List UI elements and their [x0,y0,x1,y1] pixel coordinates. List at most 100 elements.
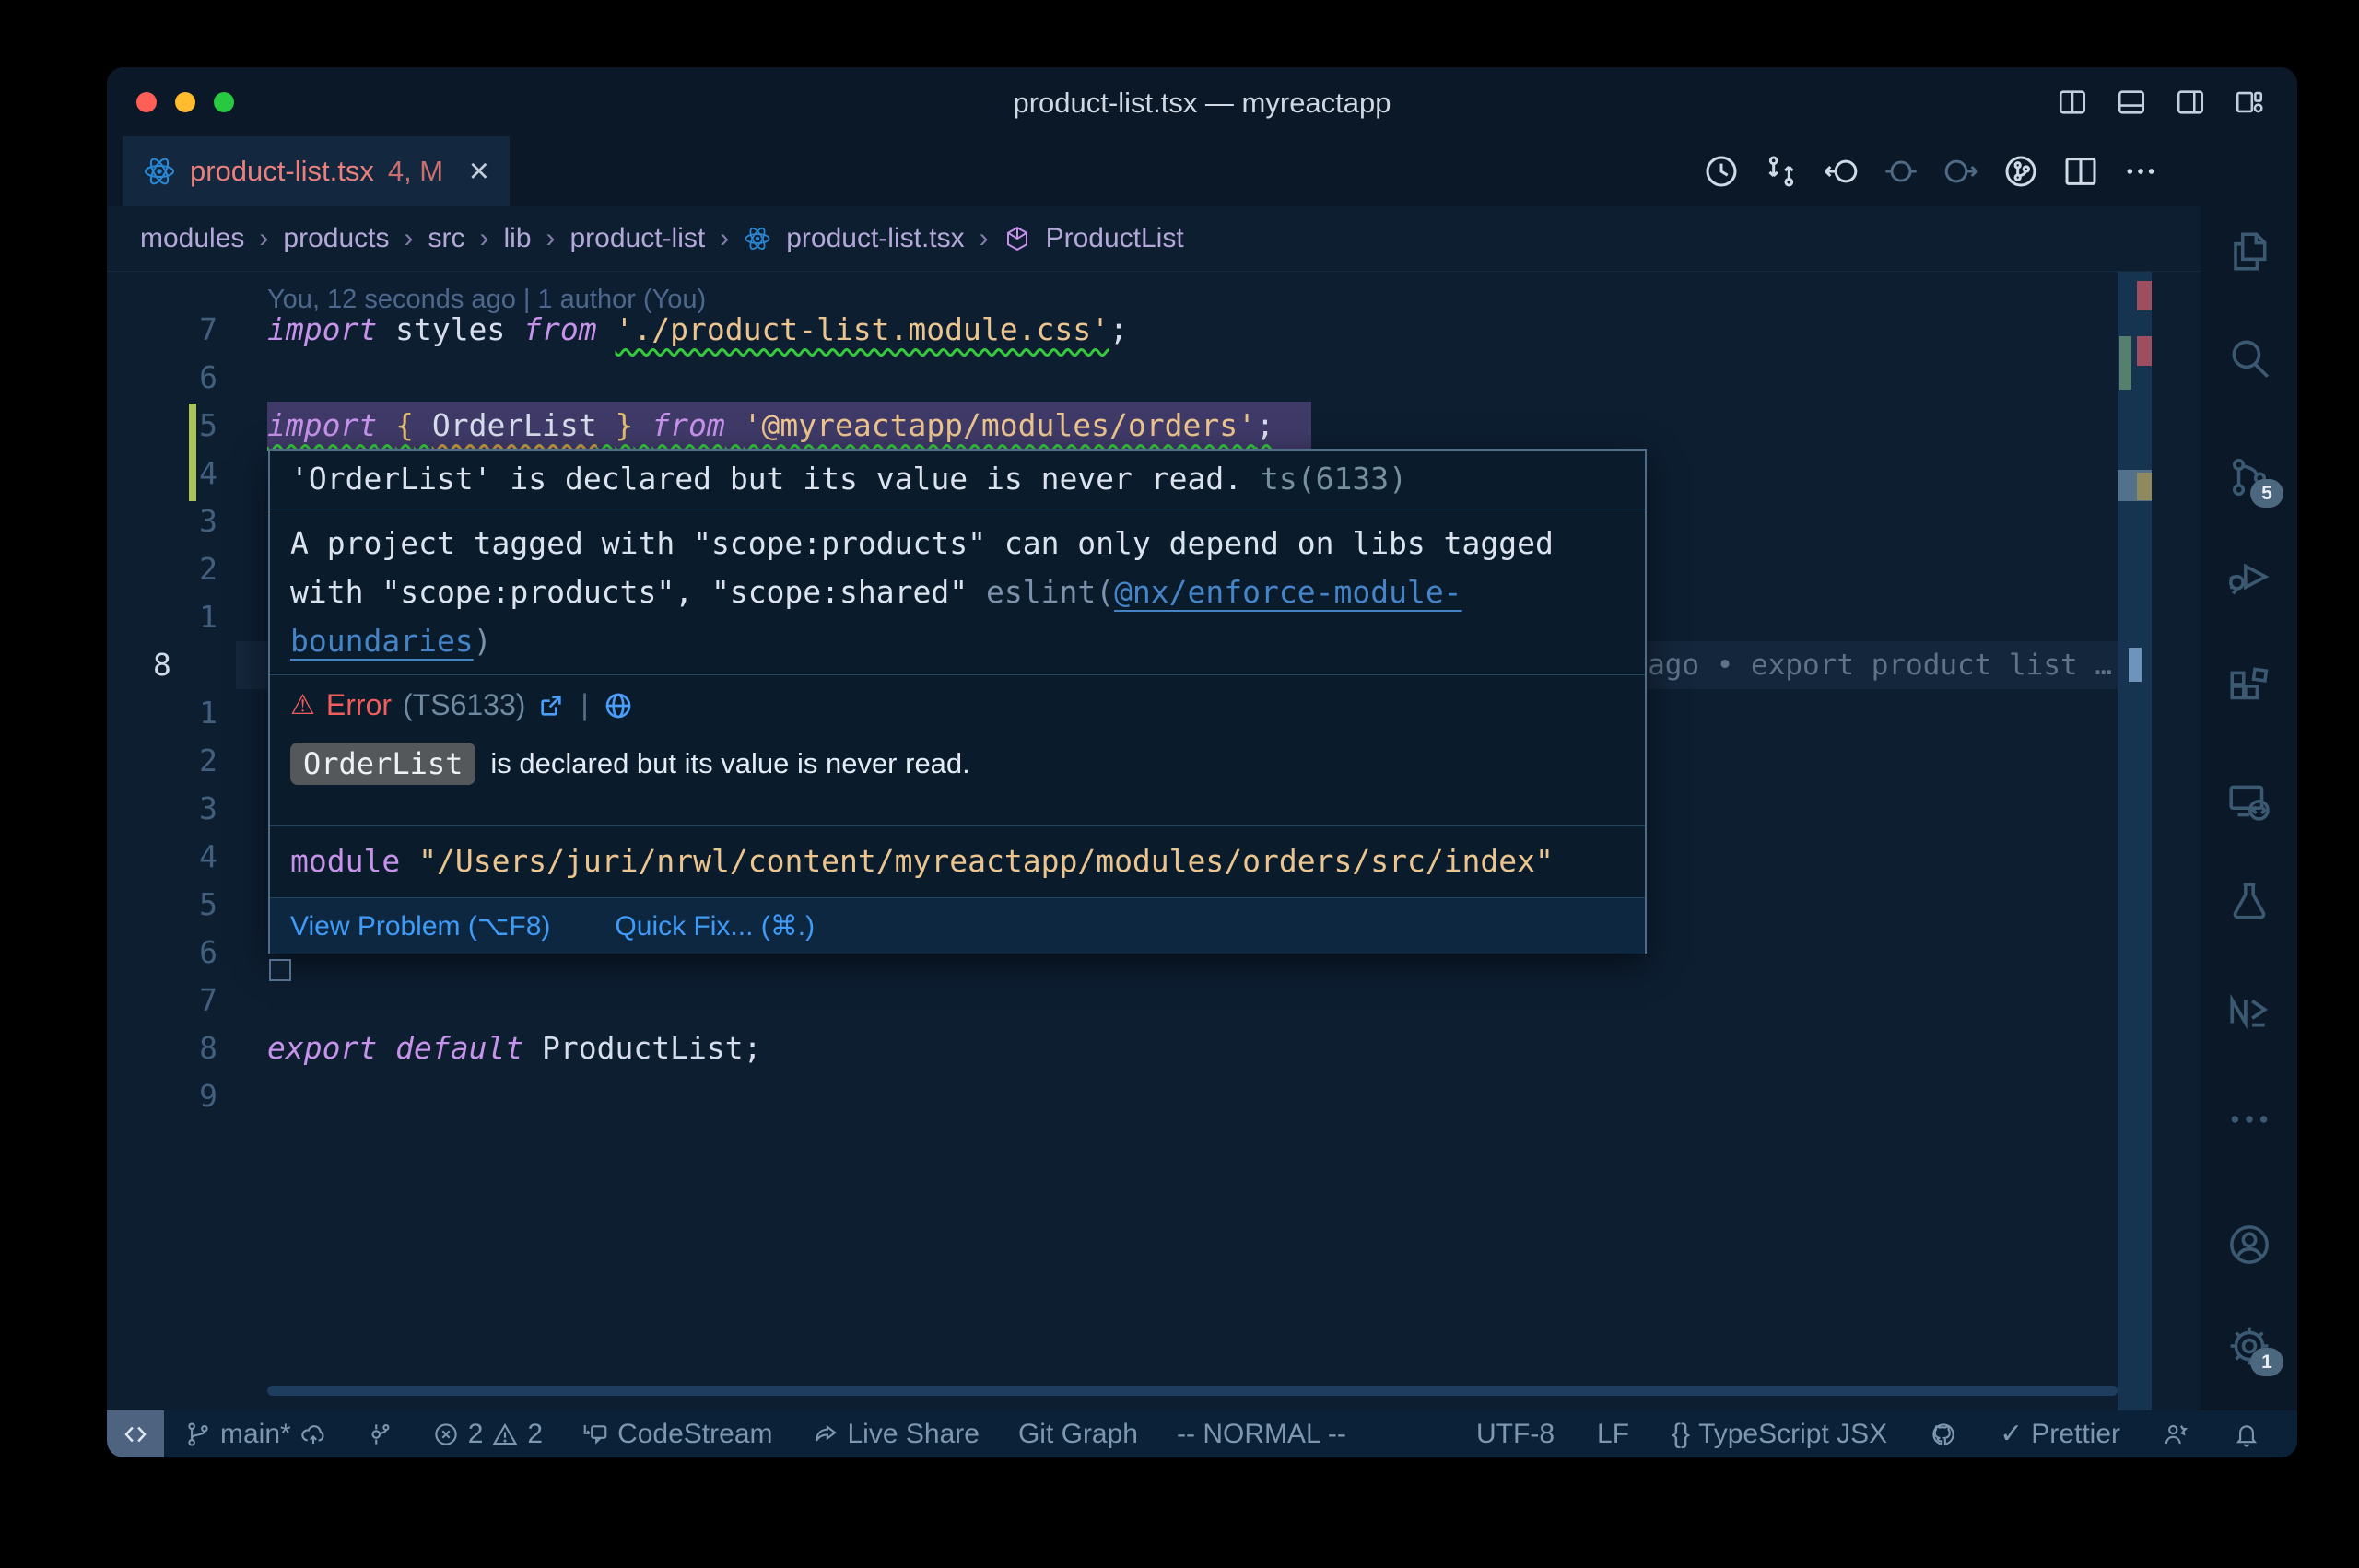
line-number: 2 [162,545,217,593]
quick-fix-button[interactable]: Quick Fix... (⌘.) [615,910,815,942]
line-number: 1 [162,689,217,737]
testing-icon[interactable] [2226,879,2272,925]
inline-blame-annotation: ago • export product list … [1581,641,2112,689]
explorer-icon[interactable] [2226,228,2272,275]
gutter-change-indicator[interactable] [189,404,196,501]
line-number: 3 [162,497,217,545]
view-problem-button[interactable]: View Problem (⌥F8) [290,910,550,942]
language-mode-indicator[interactable]: {} TypeScript JSX [1672,1419,1887,1450]
customize-layout-icon[interactable] [2234,87,2265,118]
codestream-button[interactable]: CodeStream [581,1419,772,1450]
problems-indicator[interactable]: 2 2 [432,1419,543,1450]
module-keyword: module [290,843,400,879]
chevron-right-icon: › [720,223,729,254]
split-editor-icon[interactable] [2062,153,2099,190]
eslint-rule-link[interactable]: @nx/enforce-module- [1114,574,1462,610]
feedback-button[interactable] [2163,1421,2190,1448]
toggle-panel-left-icon[interactable] [2057,87,2088,118]
code-line[interactable]: import { OrderList } from '@myreactapp/m… [267,402,1274,450]
error-label: Error [326,688,392,722]
hover-error-detail: ⚠ Error(TS6133) | OrderList is declared … [270,675,1645,826]
line-number: 6 [162,354,217,402]
git-graph-button[interactable]: Git Graph [1018,1419,1138,1450]
vertical-scrollbar[interactable] [2118,272,2152,1410]
commit-graph-button[interactable] [366,1421,393,1448]
live-share-button[interactable]: Live Share [812,1419,980,1450]
previous-change-icon[interactable] [1823,153,1860,190]
settings-gear-icon[interactable]: 1 [2226,1323,2272,1369]
activity-bar: 5 1 [2201,136,2297,1410]
timeline-history-icon[interactable] [1703,153,1740,190]
code-token: styles [377,311,523,347]
eslint-close-paren: ) [474,623,492,659]
code-token [414,407,432,443]
breadcrumb-item[interactable]: ProductList [1046,223,1184,254]
remote-indicator[interactable] [107,1410,164,1457]
next-change-icon[interactable] [1942,153,1979,190]
code-token: from [651,407,724,443]
notifications-button[interactable] [2233,1421,2260,1448]
breadcrumb: modules › products › src › lib › product… [107,206,2201,272]
vscode-window: product-list.tsx — myreactapp product-li… [107,67,2297,1457]
code-token: import [267,311,377,347]
commit-graph-icon [366,1421,393,1448]
code-token [523,1030,542,1066]
line-number: 6 [162,929,217,977]
encoding-indicator[interactable]: UTF-8 [1476,1419,1555,1450]
nx-console-icon[interactable] [2226,989,2272,1035]
github-button[interactable] [1930,1421,1957,1448]
more-actions-icon[interactable] [2122,153,2159,190]
code-token [597,311,616,347]
error-circle-icon [432,1421,460,1448]
code-token [377,407,395,443]
prettier-indicator[interactable]: ✓ Prettier [2000,1418,2120,1450]
hover-message-primary: 'OrderList' is declared but its value is… [270,451,1645,509]
tab-close-icon[interactable]: × [469,154,489,189]
search-icon[interactable] [2226,335,2272,381]
popup-resize-handle[interactable] [269,959,291,981]
code-line[interactable]: import styles from './product-list.modul… [267,306,1128,354]
code-token: ; [1109,311,1128,347]
run-file-icon[interactable] [2002,153,2039,190]
code-line[interactable]: export default ProductList; [267,1024,761,1072]
tab-product-list[interactable]: product-list.tsx 4, M × [123,136,510,206]
gutter-indicator-icon[interactable] [1883,153,1919,190]
branch-indicator[interactable]: main* [184,1419,327,1450]
source-control-icon[interactable]: 5 [2226,454,2272,500]
chevron-right-icon: › [404,223,413,254]
editor[interactable]: You, 12 seconds ago | 1 author (You) 765… [107,272,2201,1410]
breadcrumb-item[interactable]: products [283,223,389,254]
hover-message-source: ts(6133) [1261,461,1407,497]
extensions-icon[interactable] [2226,664,2272,710]
code-token: export [267,1030,377,1066]
globe-icon[interactable] [604,691,633,720]
breadcrumb-item[interactable]: product-list [570,223,706,254]
eol-indicator[interactable]: LF [1597,1419,1629,1450]
remote-explorer-icon[interactable] [2226,779,2272,825]
toggle-panel-bottom-icon[interactable] [2116,87,2147,118]
breadcrumb-item[interactable]: src [428,223,464,254]
symbol-chip: OrderList [290,743,475,785]
additional-views-icon[interactable] [2226,1096,2272,1142]
breadcrumb-item[interactable]: lib [503,223,531,254]
toggle-panel-right-icon[interactable] [2175,87,2206,118]
react-icon [143,155,176,188]
code-token: { [395,407,414,443]
line-number: 7 [162,977,217,1024]
line-number: 9 [162,1072,217,1120]
breadcrumb-item[interactable]: product-list.tsx [786,223,964,254]
compare-changes-icon[interactable] [1763,153,1800,190]
code-token [633,407,651,443]
line-number: 2 [162,737,217,785]
run-debug-icon[interactable] [2226,554,2272,600]
cloud-upload-icon [299,1421,327,1448]
horizontal-scrollbar[interactable] [267,1386,2118,1396]
branch-name: main* [220,1419,291,1450]
open-external-icon[interactable] [536,691,566,720]
eslint-rule-link[interactable]: boundaries [290,623,474,659]
line-number: 4 [162,833,217,881]
accounts-icon[interactable] [2226,1222,2272,1268]
error-count: 2 [468,1419,484,1450]
prettier-label: Prettier [2031,1419,2120,1450]
breadcrumb-item[interactable]: modules [140,223,244,254]
